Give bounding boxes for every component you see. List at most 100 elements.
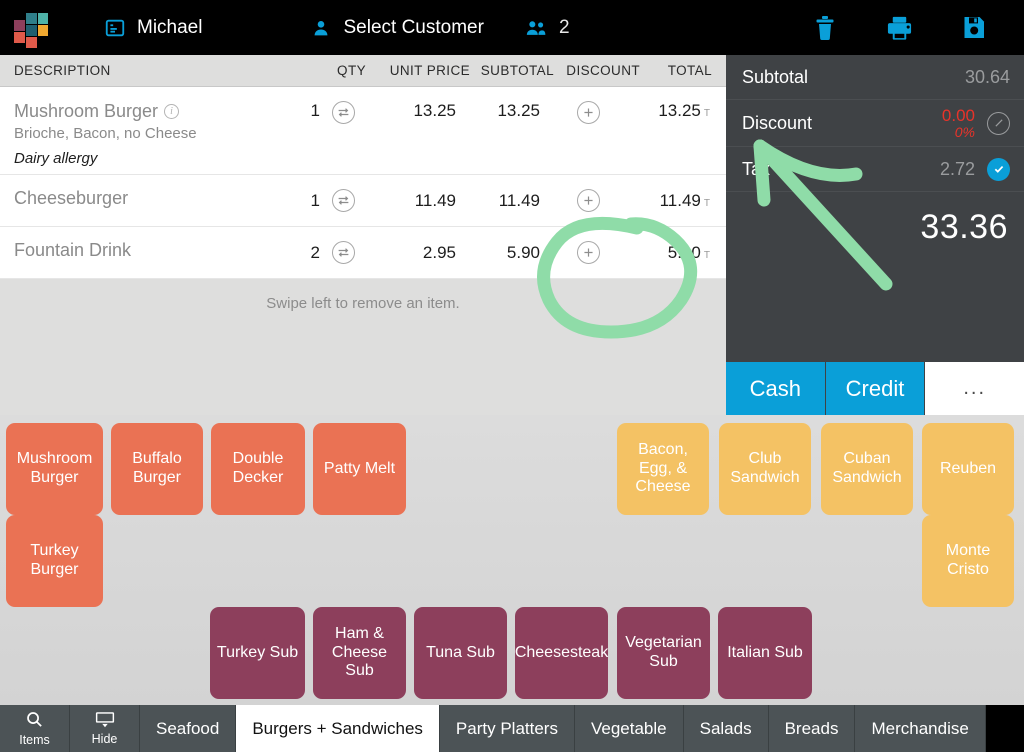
product-tile[interactable]: Ham & Cheese Sub — [313, 607, 406, 699]
tax-value: 2.72 — [939, 158, 975, 179]
info-icon[interactable]: i — [164, 104, 180, 119]
tab-merchandise[interactable]: Merchandise — [855, 705, 986, 752]
product-tile[interactable]: Turkey Burger — [6, 515, 103, 607]
product-tile[interactable]: Bacon, Egg, & Cheese — [617, 423, 709, 515]
item-unit-price: 2.95 — [422, 243, 456, 262]
col-total: TOTAL — [667, 63, 712, 78]
guest-count-value: 2 — [558, 16, 570, 38]
table-row[interactable]: Mushroom Burger i Brioche, Bacon, no Che… — [0, 87, 726, 175]
top-bar: Michael Select Customer 2 — [0, 0, 1024, 55]
pos-app: Michael Select Customer 2 DESCRIPTION QT… — [0, 0, 1024, 752]
grand-total: 33.36 — [920, 207, 1008, 246]
product-tile[interactable]: Mushroom Burger — [6, 423, 103, 515]
hide-keyboard-button[interactable]: Hide — [70, 705, 140, 752]
tax-marker: T — [703, 250, 710, 261]
item-unit-price: 11.49 — [414, 191, 456, 210]
employee-selector[interactable]: Michael — [104, 17, 202, 39]
trash-icon[interactable] — [813, 15, 837, 41]
discount-percent: 0% — [954, 123, 975, 140]
item-total-cell: 5.90 T — [636, 227, 722, 263]
tax-applied-check-icon[interactable] — [987, 157, 1010, 181]
tab-vegetable[interactable]: Vegetable — [574, 705, 684, 752]
tax-marker: T — [703, 108, 710, 119]
subtotal-label: Subtotal — [742, 66, 809, 87]
add-discount-button[interactable] — [576, 241, 600, 264]
tax-row[interactable]: Tax 2.72 — [726, 147, 1024, 192]
tax-label: Tax — [742, 158, 771, 179]
more-payment-options-button[interactable]: ... — [925, 362, 1024, 415]
product-tile[interactable]: Cuban Sandwich — [821, 423, 913, 515]
add-discount-button[interactable] — [576, 101, 600, 124]
swap-icon[interactable] — [331, 189, 355, 212]
subtotal-value: 30.64 — [964, 66, 1010, 87]
employee-name: Michael — [137, 16, 203, 38]
order-table-header: DESCRIPTION QTY UNIT PRICE SUBTOTAL DISC… — [0, 55, 726, 87]
item-discount-cell — [540, 87, 636, 124]
col-subtotal: SUBTOTAL — [480, 63, 554, 78]
discount-amount: 0.00 — [941, 105, 975, 125]
item-total-cell: 13.25 T — [636, 87, 722, 121]
product-grid: Mushroom Burger Buffalo Burger Double Deck… — [0, 415, 1024, 705]
swap-icon[interactable] — [331, 241, 355, 264]
swap-icon[interactable] — [331, 101, 355, 124]
edit-discount-icon[interactable] — [987, 111, 1010, 135]
product-tile[interactable]: Patty Melt — [313, 423, 406, 515]
product-tile[interactable]: Vegetarian Sub — [617, 607, 710, 699]
item-subtotal: 5.90 — [506, 243, 540, 262]
discount-row[interactable]: Discount 0.00 0% — [726, 100, 1024, 147]
item-discount-cell — [540, 175, 636, 212]
col-qty: QTY — [337, 63, 366, 78]
col-discount: DISCOUNT — [566, 63, 640, 78]
tab-burgers-sandwiches[interactable]: Burgers + Sandwiches — [236, 705, 440, 752]
col-unit-price: UNIT PRICE — [389, 63, 470, 78]
search-icon — [25, 710, 44, 732]
item-qty: 1 — [310, 191, 320, 210]
table-row[interactable]: Fountain Drink 2 2.95 5.90 5.90 T — [0, 227, 726, 279]
add-discount-button[interactable] — [576, 189, 600, 212]
item-total: 11.49 — [659, 191, 701, 210]
product-tile[interactable]: Tuna Sub — [414, 607, 507, 699]
order-items: Mushroom Burger i Brioche, Bacon, no Che… — [0, 87, 726, 279]
payment-bar: Cash Credit ... — [726, 362, 1024, 415]
item-name-row: Fountain Drink — [14, 227, 262, 261]
product-tile[interactable]: Monte Cristo — [922, 515, 1014, 607]
discount-values: 0.00 0% — [941, 105, 975, 140]
select-customer-button[interactable]: Select Customer — [310, 17, 484, 39]
totals-panel: Subtotal 30.64 Discount 0.00 0% Tax 2.72… — [726, 55, 1024, 362]
printer-icon[interactable] — [886, 15, 913, 41]
keyboard-icon — [95, 711, 115, 731]
item-subtotal: 13.25 — [497, 101, 540, 120]
tab-seafood[interactable]: Seafood — [140, 705, 237, 752]
item-discount-cell — [540, 227, 636, 264]
product-tile[interactable]: Cheesesteak — [515, 607, 608, 699]
product-tile[interactable]: Turkey Sub — [210, 607, 305, 699]
app-logo[interactable] — [14, 11, 48, 48]
item-name: Fountain Drink — [14, 240, 132, 260]
tab-breads[interactable]: Breads — [768, 705, 856, 752]
product-tile[interactable]: Italian Sub — [718, 607, 812, 699]
product-tile[interactable]: Double Decker — [211, 423, 305, 515]
item-subtotal: 11.49 — [498, 191, 540, 210]
item-total-cell: 11.49 T — [636, 175, 722, 211]
table-row[interactable]: Cheeseburger 1 11.49 11.49 11.49 T — [0, 175, 726, 227]
guest-count[interactable]: 2 — [524, 17, 570, 39]
cash-button[interactable]: Cash — [726, 362, 826, 415]
items-search-button[interactable]: Items — [0, 705, 70, 752]
item-swap-cell — [320, 175, 366, 212]
product-tile[interactable]: Buffalo Burger — [111, 423, 203, 515]
item-note: Dairy allergy — [14, 150, 98, 167]
product-tile[interactable]: Reuben — [922, 423, 1014, 515]
save-icon[interactable] — [962, 15, 986, 40]
item-description-cell: Cheeseburger — [0, 175, 262, 209]
tab-party-platters[interactable]: Party Platters — [439, 705, 575, 752]
item-modifiers: Brioche, Bacon, no Cheese — [14, 125, 197, 142]
item-name: Mushroom Burger — [14, 101, 159, 121]
item-unit-price: 13.25 — [413, 101, 456, 120]
item-name-row: Mushroom Burger i — [14, 87, 262, 122]
product-tile[interactable]: Club Sandwich — [719, 423, 811, 515]
items-label: Items — [19, 733, 50, 747]
credit-button[interactable]: Credit — [825, 362, 926, 415]
item-name: Cheeseburger — [14, 188, 129, 208]
tab-salads[interactable]: Salads — [683, 705, 769, 752]
hide-label: Hide — [91, 732, 118, 746]
